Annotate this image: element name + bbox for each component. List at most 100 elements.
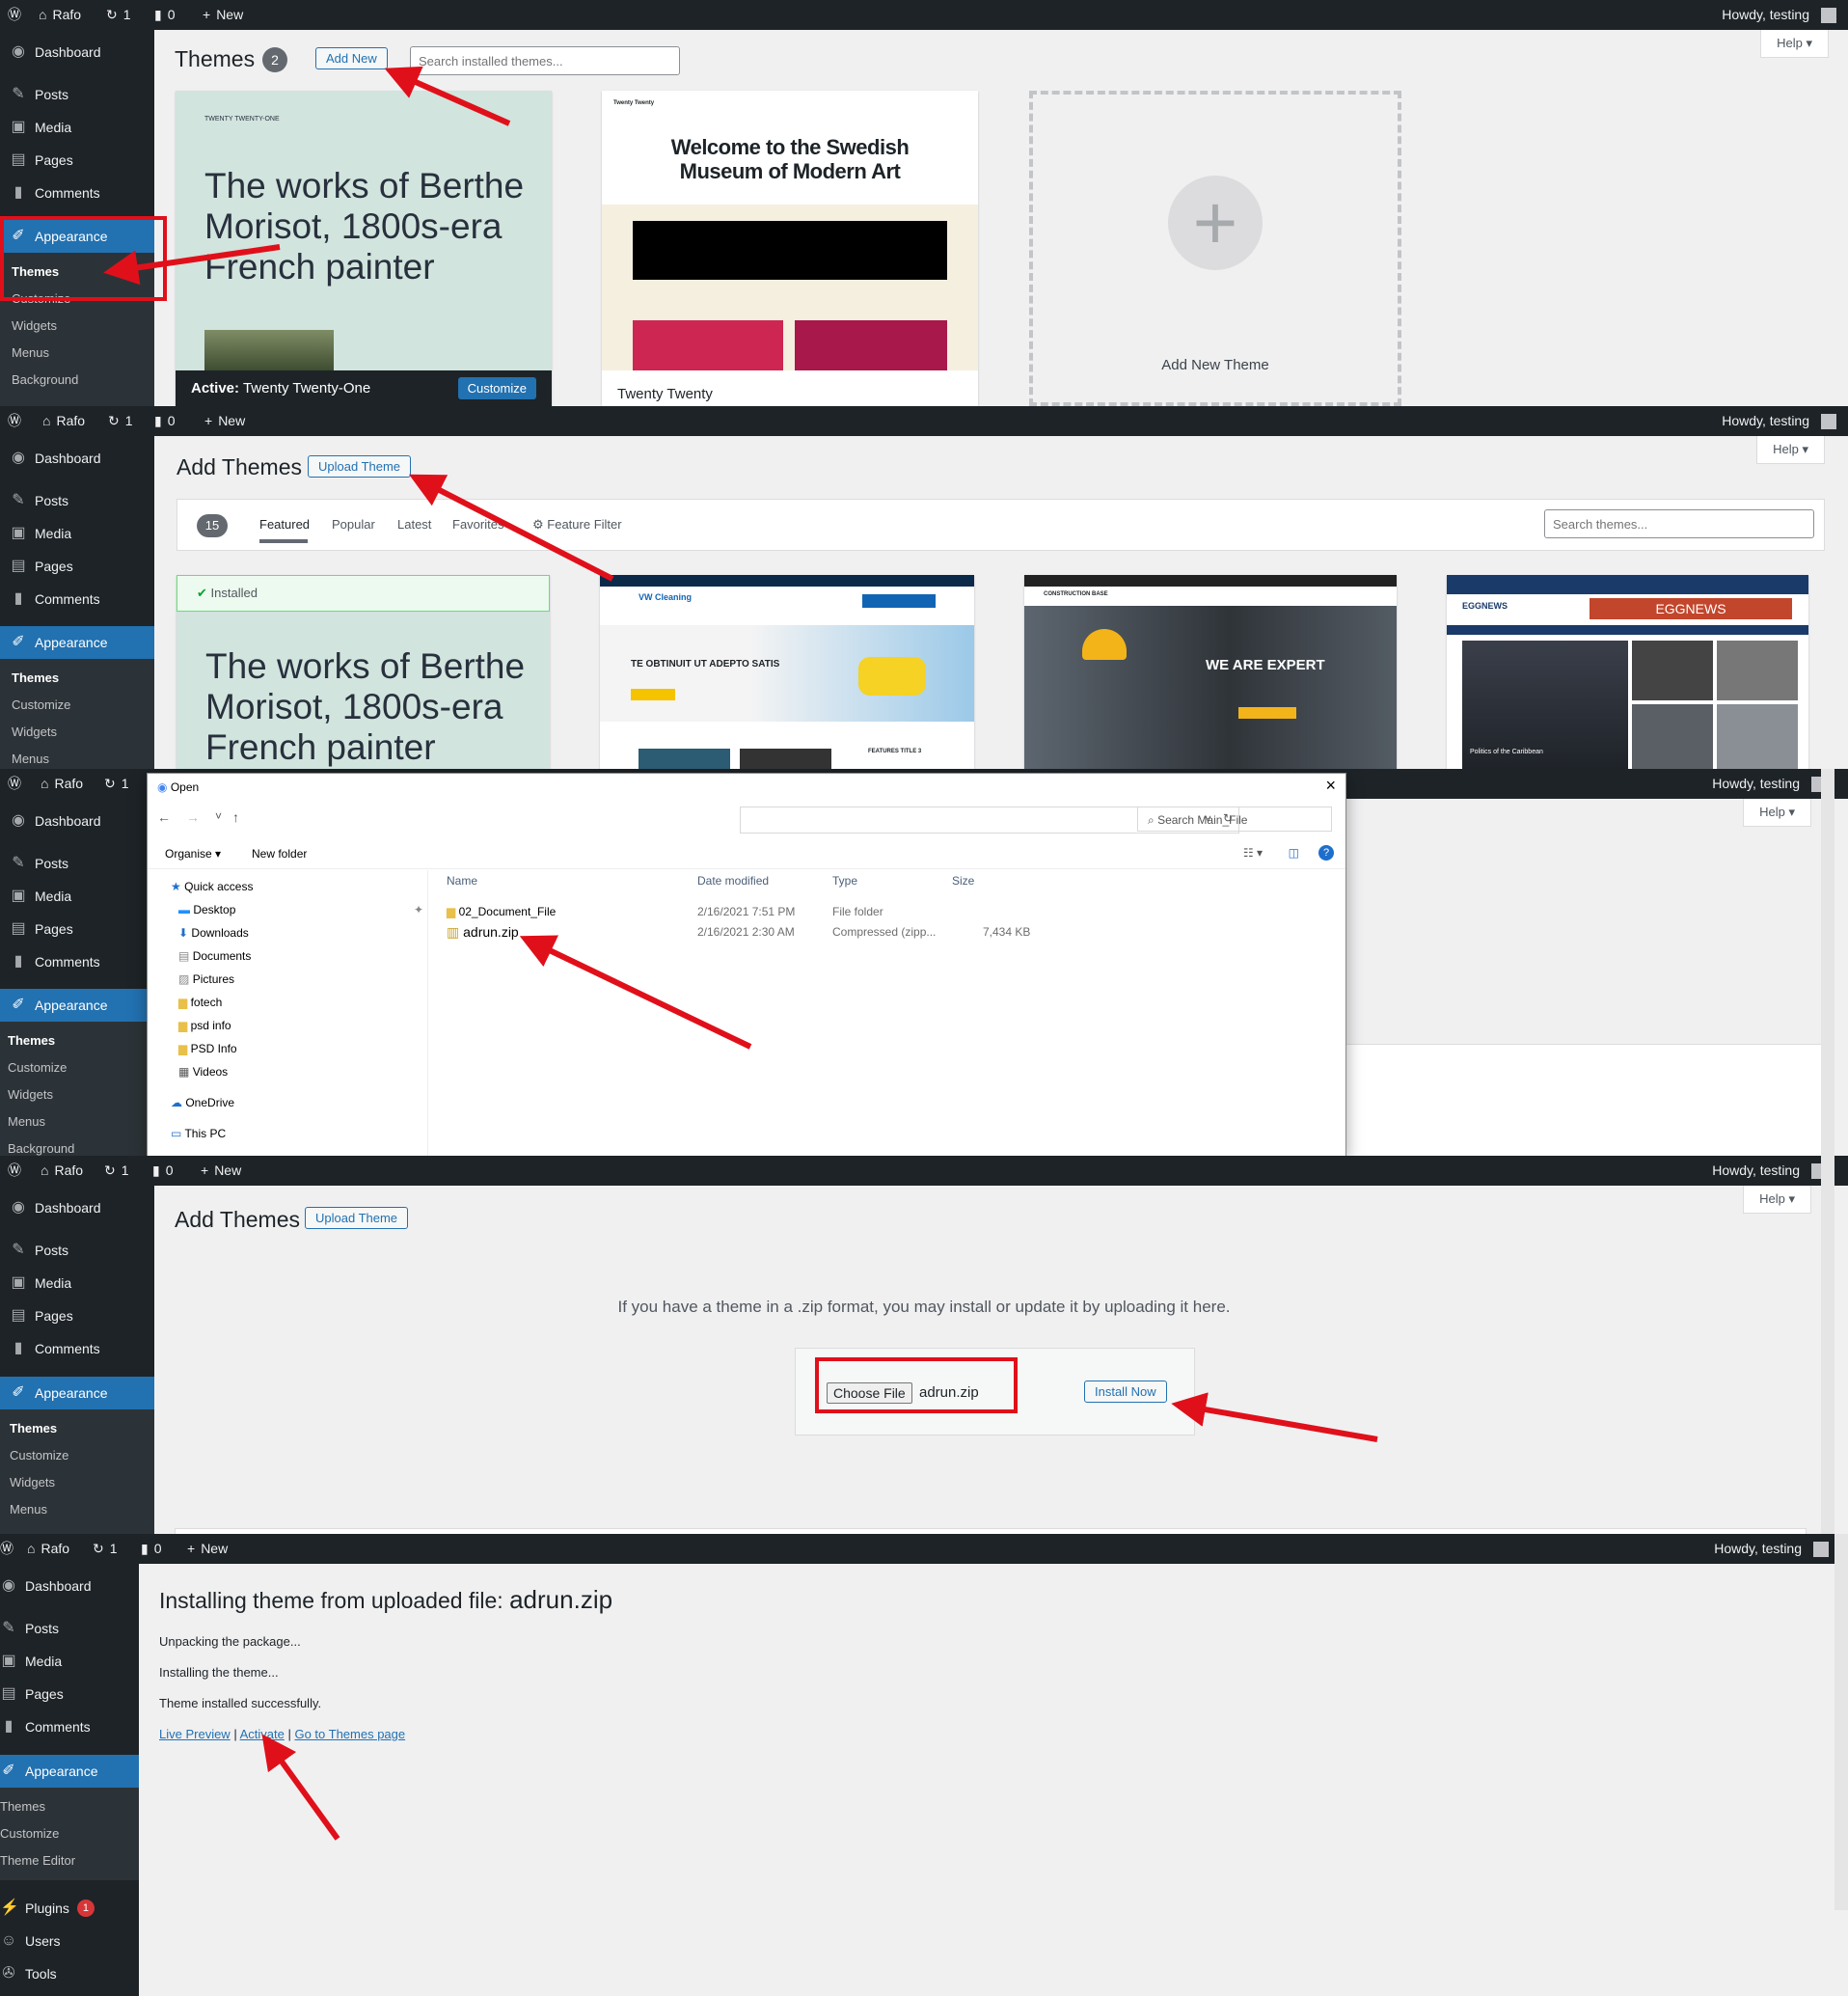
- column-size[interactable]: Size: [952, 874, 974, 888]
- feature-filter-button[interactable]: ⚙ Feature Filter: [532, 517, 622, 533]
- scrollbar[interactable]: [1834, 1534, 1848, 1910]
- search-folder-input[interactable]: ⌕ Search Main_File: [1137, 807, 1332, 832]
- menu-pages[interactable]: ▤ Pages: [0, 913, 154, 945]
- theme-card-twenty-twenty[interactable]: Twenty Twenty Welcome to the Swedish Mus…: [602, 91, 978, 406]
- submenu-customize[interactable]: Customize: [10, 1448, 68, 1463]
- menu-comments[interactable]: ▮ Comments: [0, 945, 154, 978]
- site-name-link[interactable]: ⌂ Rafo: [39, 0, 81, 30]
- nav-this-pc[interactable]: ▭ This PC: [171, 1127, 226, 1140]
- column-type[interactable]: Type: [832, 874, 857, 888]
- submenu-customize[interactable]: Customize: [8, 1060, 67, 1075]
- site-name-link[interactable]: ⌂ Rafo: [41, 769, 83, 799]
- submenu-menus[interactable]: Menus: [12, 752, 49, 766]
- column-name[interactable]: Name: [447, 874, 477, 888]
- updates-link[interactable]: ↻ 1: [108, 406, 133, 436]
- menu-posts[interactable]: ✎ Posts: [0, 847, 154, 880]
- theme-card-vw-cleaning[interactable]: VW Cleaning TE OBTINUIT UT ADEPTO SATIS …: [600, 575, 974, 769]
- site-name-link[interactable]: ⌂ Rafo: [42, 406, 85, 436]
- menu-dashboard[interactable]: ◉ Dashboard: [0, 442, 154, 475]
- comments-link[interactable]: ▮ 0: [154, 0, 176, 30]
- submenu-theme-editor[interactable]: Theme Editor: [0, 1853, 75, 1868]
- upload-theme-button[interactable]: Upload Theme: [305, 1207, 409, 1229]
- add-new-button[interactable]: Add New: [315, 47, 388, 69]
- go-to-themes-link[interactable]: Go to Themes page: [294, 1727, 405, 1741]
- submenu-customize[interactable]: Customize: [12, 697, 70, 712]
- menu-comments[interactable]: ▮ Comments: [0, 177, 154, 209]
- comments-link[interactable]: ▮ 0: [141, 1534, 162, 1564]
- account-menu[interactable]: Howdy, testing: [1722, 0, 1836, 30]
- add-new-theme-card[interactable]: + Add New Theme: [1029, 91, 1401, 406]
- submenu-widgets[interactable]: Widgets: [8, 1087, 53, 1102]
- view-options-icon[interactable]: ☷ ▾: [1243, 846, 1263, 860]
- menu-posts[interactable]: ✎ Posts: [0, 484, 154, 517]
- new-content-link[interactable]: + New: [203, 0, 243, 30]
- activate-link[interactable]: Activate: [240, 1727, 285, 1741]
- help-icon[interactable]: ?: [1318, 845, 1334, 861]
- comments-link[interactable]: ▮ 0: [154, 406, 176, 436]
- submenu-widgets[interactable]: Widgets: [12, 725, 57, 739]
- menu-comments[interactable]: ▮ Comments: [0, 1332, 154, 1365]
- menu-appearance[interactable]: ✐ Appearance: [0, 626, 154, 659]
- wordpress-logo-icon[interactable]: Ⓦ: [8, 1156, 21, 1186]
- menu-posts[interactable]: ✎ Posts: [0, 1612, 139, 1645]
- submenu-background[interactable]: Background: [8, 1141, 74, 1156]
- search-themes-input[interactable]: [1544, 509, 1814, 538]
- theme-card-eggnews[interactable]: EGGNEWS EGGNEWS Politics of the Caribbea…: [1447, 575, 1808, 769]
- preview-pane-icon[interactable]: ◫: [1289, 846, 1299, 860]
- account-menu[interactable]: Howdy, testing: [1712, 1156, 1827, 1186]
- new-content-link[interactable]: + New: [187, 1534, 228, 1564]
- new-folder-button[interactable]: New folder: [252, 847, 307, 861]
- updates-link[interactable]: ↻ 1: [93, 1534, 118, 1564]
- menu-posts[interactable]: ✎ Posts: [0, 1234, 154, 1267]
- customize-button[interactable]: Customize: [457, 377, 536, 399]
- tab-favorites[interactable]: Favorites: [452, 517, 503, 532]
- account-menu[interactable]: Howdy, testing: [1712, 769, 1827, 799]
- nav-pictures[interactable]: ▨ Pictures: [178, 972, 234, 986]
- menu-media[interactable]: ▣ Media: [0, 111, 154, 144]
- menu-media[interactable]: ▣ Media: [0, 1645, 139, 1678]
- menu-pages[interactable]: ▤ Pages: [0, 1678, 139, 1710]
- theme-card-construction[interactable]: CONSTRUCTION BASE WE ARE EXPERT: [1024, 575, 1397, 769]
- file-row[interactable]: ▥ adrun.zip 2/16/2021 2:30 AM Compressed…: [447, 924, 1334, 943]
- menu-media[interactable]: ▣ Media: [0, 517, 154, 550]
- menu-appearance[interactable]: ✐ Appearance: [0, 1377, 154, 1409]
- tab-popular[interactable]: Popular: [332, 517, 375, 532]
- search-installed-themes-input[interactable]: [410, 46, 680, 75]
- menu-dashboard[interactable]: ◉ Dashboard: [0, 1570, 139, 1602]
- menu-media[interactable]: ▣ Media: [0, 1267, 154, 1299]
- submenu-menus[interactable]: Menus: [10, 1502, 47, 1517]
- submenu-widgets[interactable]: Widgets: [10, 1475, 55, 1490]
- updates-link[interactable]: ↻ 1: [104, 769, 129, 799]
- menu-plugins[interactable]: ⚡ Plugins 1: [0, 1892, 139, 1925]
- menu-tools[interactable]: ✇ Tools: [0, 1957, 139, 1990]
- organise-menu[interactable]: Organise ▾: [165, 847, 221, 861]
- account-menu[interactable]: Howdy, testing: [1714, 1534, 1829, 1564]
- updates-link[interactable]: ↻ 1: [106, 0, 131, 30]
- submenu-themes[interactable]: Themes: [8, 1033, 55, 1048]
- submenu-customize[interactable]: Customize: [0, 1826, 59, 1841]
- account-menu[interactable]: Howdy, testing: [1722, 406, 1836, 436]
- scrollbar[interactable]: [1821, 1156, 1834, 1534]
- submenu-background[interactable]: Background: [12, 372, 78, 387]
- nav-downloads[interactable]: ⬇ Downloads: [178, 926, 249, 940]
- site-name-link[interactable]: ⌂ Rafo: [27, 1534, 69, 1564]
- submenu-menus[interactable]: Menus: [8, 1114, 45, 1129]
- tab-latest[interactable]: Latest: [397, 517, 431, 532]
- menu-dashboard[interactable]: ◉ Dashboard: [0, 1191, 154, 1224]
- wordpress-logo-icon[interactable]: Ⓦ: [0, 1534, 14, 1564]
- column-date[interactable]: Date modified: [697, 874, 769, 888]
- scrollbar[interactable]: [1821, 769, 1834, 1156]
- nav-desktop[interactable]: ▬ Desktop: [178, 903, 235, 916]
- back-button[interactable]: ←: [157, 809, 171, 825]
- nav-psd-info[interactable]: ▆ psd info: [178, 1019, 231, 1032]
- menu-dashboard[interactable]: ◉ Dashboard: [0, 36, 154, 68]
- recent-dropdown[interactable]: ˅: [215, 809, 222, 823]
- comments-link[interactable]: ▮ 0: [152, 1156, 174, 1186]
- help-tab[interactable]: Help ▾: [1743, 1186, 1811, 1214]
- menu-users[interactable]: ☺ Users: [0, 1925, 139, 1957]
- live-preview-link[interactable]: Live Preview: [159, 1727, 231, 1741]
- tab-featured[interactable]: Featured: [259, 517, 310, 532]
- menu-media[interactable]: ▣ Media: [0, 880, 154, 913]
- nav-onedrive[interactable]: ☁ OneDrive: [171, 1096, 234, 1109]
- new-content-link[interactable]: + New: [201, 1156, 241, 1186]
